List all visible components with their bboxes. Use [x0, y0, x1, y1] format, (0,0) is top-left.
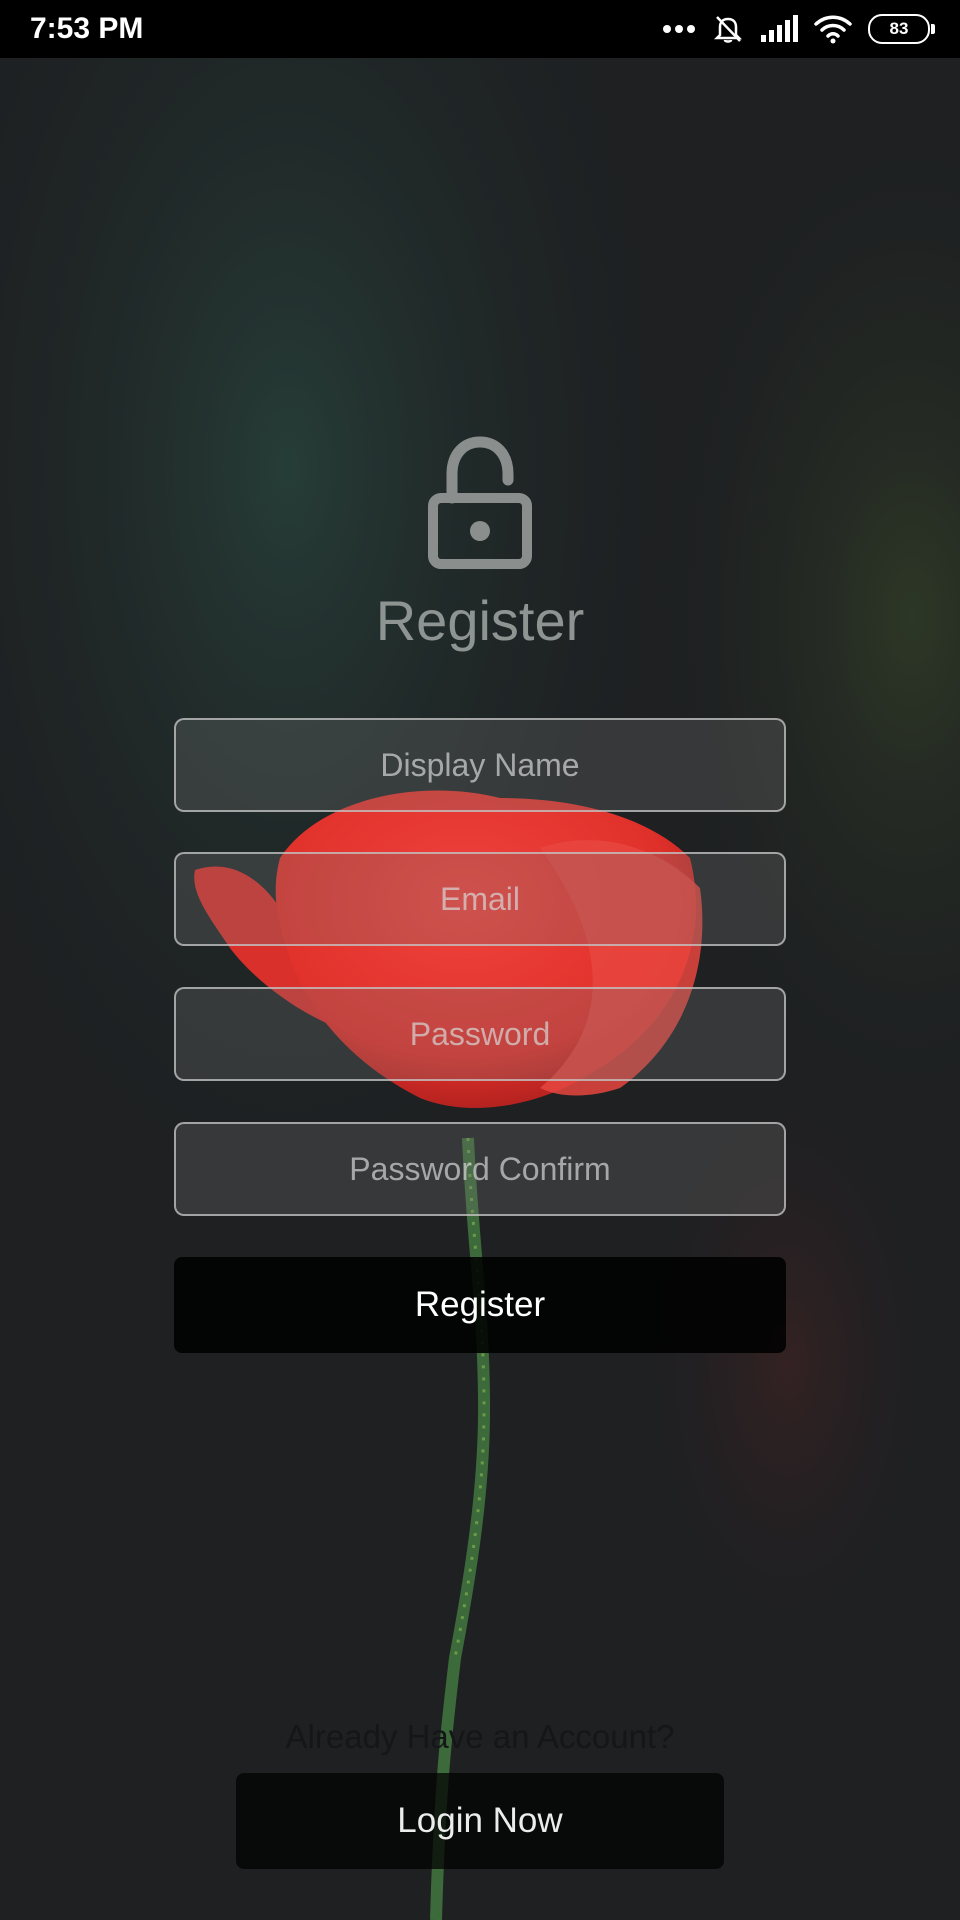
battery-icon: 83 [868, 14, 935, 44]
status-bar: 7:53 PM 83 [0, 0, 960, 58]
wifi-icon [814, 15, 852, 44]
password-confirm-field[interactable] [174, 1122, 786, 1216]
lock-open-icon [428, 436, 532, 569]
password-field[interactable] [174, 987, 786, 1081]
register-screen: Register Register Already Have an Accoun… [0, 0, 960, 1920]
battery-level: 83 [889, 19, 909, 38]
signal-icon [761, 15, 798, 42]
more-dots-icon [663, 25, 695, 33]
display-name-field[interactable] [174, 718, 786, 812]
register-button[interactable]: Register [174, 1257, 786, 1353]
already-have-account-text: Already Have an Account? [285, 1718, 675, 1755]
password-confirm-input[interactable] [176, 1123, 784, 1215]
display-name-input[interactable] [176, 719, 784, 811]
status-icons: 83 [662, 12, 935, 46]
email-input[interactable] [176, 853, 784, 945]
status-time: 7:53 PM [30, 12, 144, 45]
page-title: Register [375, 589, 585, 652]
email-field[interactable] [174, 852, 786, 946]
bell-off-icon [713, 16, 743, 43]
password-input[interactable] [176, 988, 784, 1080]
login-now-button[interactable]: Login Now [236, 1773, 724, 1869]
